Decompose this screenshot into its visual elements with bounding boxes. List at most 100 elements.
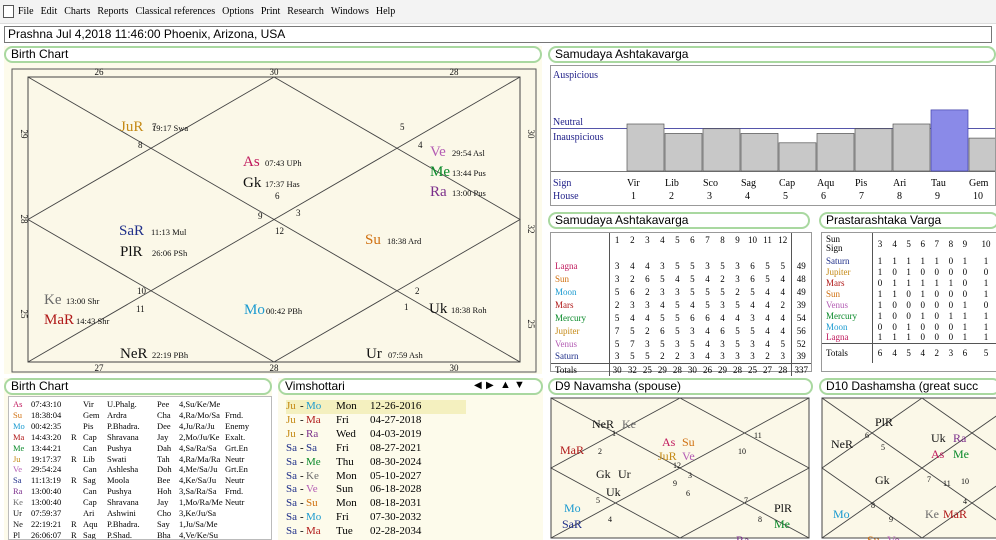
cell-st: Grt.En [225,442,248,453]
up-arrow-icon[interactable]: ▲ [500,379,511,391]
column-header: 11 [763,234,772,245]
cell-nak: P.Shad. [107,529,133,540]
cell-pada: Dee [157,420,171,431]
dasha-row[interactable]: Sa - Ma Tue 02-28-2034 [286,525,466,539]
table-cell: 5 [614,286,620,297]
table-cell: 3 [660,260,665,271]
menu-file[interactable]: File [18,6,34,17]
table-cell: 1 [920,255,925,266]
cell-sign: Pis [83,420,94,431]
planet-abbr: Uk [429,301,448,317]
cell-st: Frnd. [225,486,244,497]
house-number: 12 [275,226,284,236]
row-label: Saturn [822,255,873,266]
dasha-row[interactable]: Sa - Sa Fri 08-27-2021 [286,442,466,456]
table-header-row: 1 2 3 4 5 6 7 8 9 10 11 12 [551,233,811,246]
cell-pada: Jay [157,497,169,508]
planet-info: 18:38 Ard [387,236,422,246]
samudaya-bar-panel: Samudaya Ashtakavarga Auspicious Neutral… [548,46,996,206]
cell-nak: Ardra [107,409,127,420]
table-row: Venus 1 0 0 0 0 0 1 0 [822,299,996,310]
chart-planet: Me [953,447,969,461]
cell-st: Enemy [225,420,250,431]
house-number: 9 [889,515,893,524]
sign-name: Aqu [817,178,835,189]
ashtakavarga-bar [626,123,665,172]
table-cell: 3 [630,299,635,310]
total-cell: 28 [778,364,788,375]
menu-reports[interactable]: Reports [97,6,128,17]
house-number: 3 [688,471,692,480]
table-cell: 1 [983,277,989,288]
cell-nak: Shravana [107,431,139,442]
table-row: Mercury 5 4 4 5 5 6 6 4 4 3 4 4 54 [551,311,811,324]
dasha-row[interactable]: Sa - Me Thu 08-30-2024 [286,456,466,470]
house-number: 5 [783,191,788,202]
cell-sign: Sag [83,475,96,486]
table-cell: 3 [720,338,725,349]
menu-options[interactable]: Options [222,6,254,17]
d10-diagram[interactable]: PlR NeR Uk Ra As Me Gk Mo Ke MaR Su Ve 6 5 7 10 11 8 9 4 [819,396,996,540]
table-cell: 3 [690,351,695,362]
menu-classical-references[interactable]: Classical references [135,6,215,17]
table-row: Jupiter 7 5 2 6 5 3 4 6 5 5 4 4 56 [551,324,811,337]
table-cell: 3 [645,338,650,349]
dasha-row[interactable]: Sa - Ve Sun 06-18-2028 [286,483,466,497]
house-number: 7 [744,496,748,505]
header-b: Sign [826,243,843,253]
table-cell: 0 [948,266,954,277]
cell-sign: Cap [83,431,97,442]
menu-edit[interactable]: Edit [41,6,58,17]
menu-research[interactable]: Research [287,6,324,17]
table-cell: 4 [690,299,695,310]
cell-deg: 22:19:21 [31,518,62,529]
document-icon[interactable] [3,5,14,18]
down-arrow-icon[interactable]: ▼ [514,379,525,391]
separator: - [300,400,304,412]
house-number: 11 [943,479,951,488]
row-total: 39 [790,298,811,311]
dasha-row[interactable]: Ju - Ma Fri 04-27-2018 [286,414,466,428]
house-number: 10 [738,447,746,456]
table-cell: 0 [962,277,968,288]
dasha-row[interactable]: Sa - Ke Mon 05-10-2027 [286,470,466,484]
total-cell: 27 [763,364,772,375]
samudaya-table-title: Samudaya Ashtakavarga [548,212,810,229]
dasha-row[interactable]: Ju - Ra Wed 04-03-2019 [286,428,466,442]
table-cell: 4 [765,338,770,349]
weekday: Mon [336,469,357,482]
birth-chart-diagram[interactable]: 26 30 2827 28 30292825303225 786549 3121011 12… [4,64,542,374]
dasha-row[interactable]: Sa - Su Mon 08-18-2031 [286,497,466,511]
house-number: 5 [881,443,885,452]
house-number: 6 [686,489,690,498]
table-cell: 3 [690,325,695,336]
table-cell: 4 [780,286,786,297]
dasha-row[interactable]: Sa - Mo Fri 07-30-2032 [286,511,466,525]
dasha-row[interactable]: Ju - Mo Mon 12-26-2016 [286,400,466,414]
house-number: 2 [598,447,602,456]
column-header: 4 [660,234,665,245]
total-cell: 32 [627,364,637,375]
cell-nak: U.Phalg. [107,399,137,409]
cell-lord: 4,Ra/Ma/Ra [179,453,221,464]
row-total: 56 [790,324,811,337]
dasha-lord: Sa [286,511,297,524]
samudaya-bar-title: Samudaya Ashtakavarga [548,46,996,63]
cell-p: Sa [13,475,22,486]
table-cell: 1 [920,277,925,288]
table-cell: 3 [750,312,755,323]
planet-info: 18:38 Roh [451,305,487,315]
d9-diagram[interactable]: NeR KeMaRAs SuJuR VeGk UrUkMoSaRPlRMeRa 1211… [548,396,813,540]
menu-print[interactable]: Print [261,6,280,17]
menu-charts[interactable]: Charts [64,6,90,17]
prev-arrow-icon[interactable]: ◀ [474,380,482,391]
d9-title: D9 Navamsha (spouse) [548,378,813,395]
table-cell: 5 [720,260,725,271]
table-cell: 4 [720,312,725,323]
cell-lord: 4,Sa/Ra/Sa [179,442,217,453]
next-arrow-icon[interactable]: ▶ [486,380,494,391]
menu-help[interactable]: Help [376,6,395,17]
menu-windows[interactable]: Windows [331,6,369,17]
cell-r: R [71,453,77,464]
table-cell: 3 [720,299,725,310]
